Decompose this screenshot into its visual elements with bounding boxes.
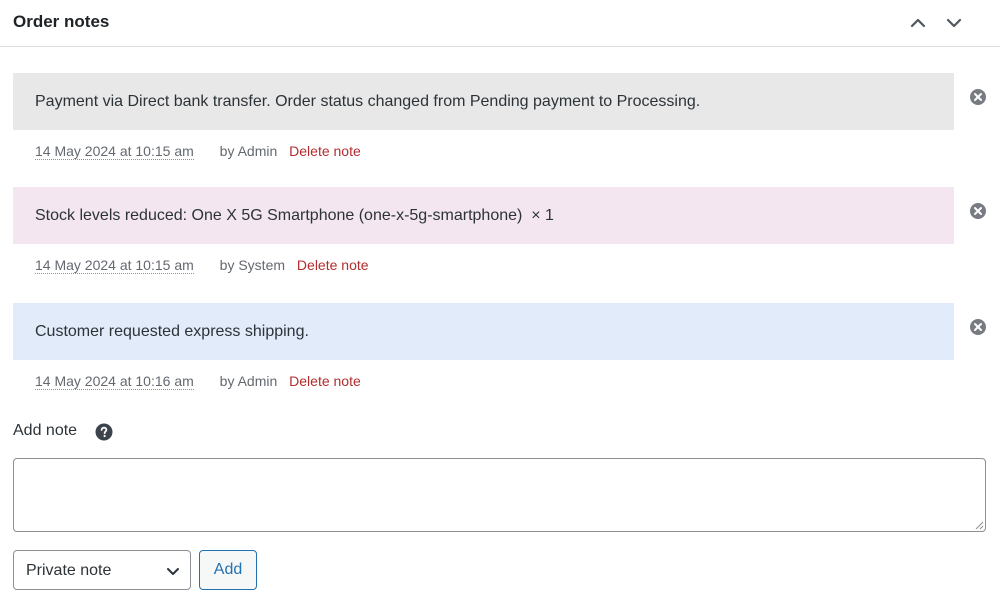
delete-note-link[interactable]: Delete note [289,143,361,159]
note-date: 14 May 2024 at 10:15 am [35,143,194,160]
panel-title: Order notes [13,12,110,31]
question-circle-icon[interactable] [95,423,113,441]
note-date: 14 May 2024 at 10:16 am [35,373,194,390]
note-author: by Admin [219,373,278,389]
note-meta: 14 May 2024 at 10:15 am by Admin Delete … [35,143,361,160]
delete-note-link[interactable]: Delete note [297,257,369,273]
chevron-up-icon[interactable] [907,12,929,34]
note-text: Customer requested express shipping. [35,322,309,340]
resize-grip-icon[interactable] [974,520,984,530]
note-author: by Admin [219,143,278,159]
note-content: Payment via Direct bank transfer. Order … [13,73,954,130]
note-meta: 14 May 2024 at 10:16 am by Admin Delete … [35,373,361,390]
chevron-down-icon[interactable] [943,12,965,34]
note-text: Stock levels reduced: One X 5G Smartphon… [35,206,554,224]
add-note-button[interactable]: Add [199,550,257,590]
close-icon[interactable] [969,88,987,106]
panel-header: Order notes [0,0,1000,47]
note-content: Customer requested express shipping. [13,303,954,360]
close-icon[interactable] [969,318,987,336]
note-content: Stock levels reduced: One X 5G Smartphon… [13,187,954,244]
chevron-down-icon [164,562,182,580]
note-type-value: Private note [26,562,112,579]
note-type-select[interactable]: Private note [13,550,191,590]
note-author: by System [219,257,286,273]
note-date: 14 May 2024 at 10:15 am [35,257,194,274]
note-text: Payment via Direct bank transfer. Order … [35,92,701,110]
order-notes-panel: Order notes Payment via Direct bank tran… [0,0,1000,605]
note-meta: 14 May 2024 at 10:15 am by System Delete… [35,257,369,274]
add-note-textarea[interactable] [13,458,986,532]
delete-note-link[interactable]: Delete note [289,373,361,389]
add-note-label: Add note [13,422,78,439]
close-icon[interactable] [969,202,987,220]
